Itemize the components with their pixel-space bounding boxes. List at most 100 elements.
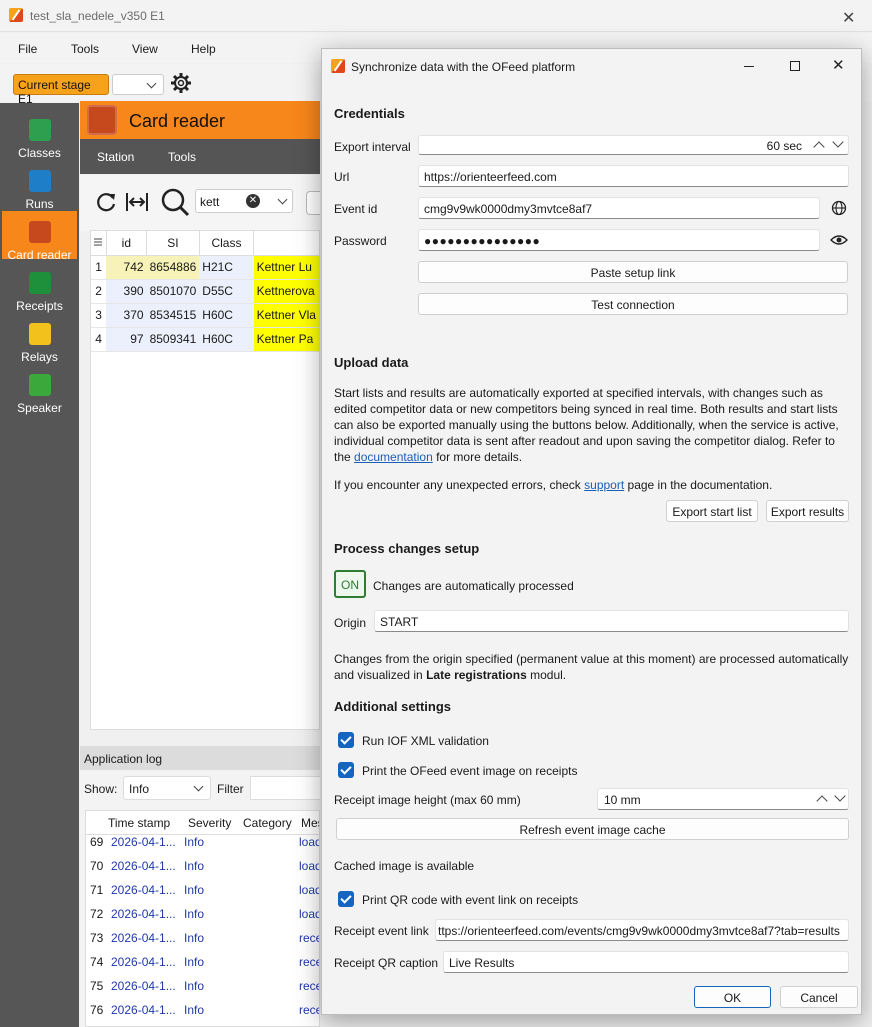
- spin-down-icon[interactable]: [832, 136, 844, 148]
- table-row[interactable]: 69 2026-04-1... Info load: [86, 831, 319, 855]
- eye-icon[interactable]: [830, 233, 848, 247]
- table-row[interactable]: 3 370 8534515 H60C Kettner Vla: [91, 303, 319, 328]
- runner-icon: [29, 170, 51, 192]
- table-row[interactable]: 732026-04-1...Inforece: [86, 927, 319, 951]
- globe-icon[interactable]: [831, 200, 847, 216]
- table-row[interactable]: 2 390 8501070 D55C Kettnerova: [91, 279, 319, 304]
- column-header-class[interactable]: Class: [199, 231, 255, 256]
- row-number: 2: [91, 279, 107, 304]
- app-icon: [9, 8, 23, 22]
- table-row[interactable]: 4 97 8509341 H60C Kettner Pa: [91, 327, 319, 352]
- ok-button[interactable]: OK: [694, 986, 771, 1008]
- export-interval-label: Export interval: [334, 140, 411, 154]
- show-select-value: Info: [129, 782, 150, 796]
- cancel-button[interactable]: Cancel: [780, 986, 858, 1008]
- app-icon: [331, 59, 345, 73]
- toolbar-button-partial[interactable]: [306, 191, 320, 215]
- filter-label: Filter: [217, 782, 244, 796]
- event-link-input[interactable]: ttps://orienteerfeed.com/events/cmg9v9wk…: [435, 919, 849, 941]
- column-header-severity[interactable]: Severity: [188, 816, 231, 830]
- url-label: Url: [334, 170, 350, 184]
- tab-station[interactable]: Station: [97, 150, 134, 164]
- password-input[interactable]: ●●●●●●●●●●●●●●●: [418, 229, 820, 251]
- sidebar-item-card-reader[interactable]: Card reader: [2, 211, 77, 262]
- window-title: test_sla_nedele_v350 E1: [30, 9, 165, 23]
- export-start-list-button[interactable]: Export start list: [666, 500, 758, 522]
- card-reader-header: Card reader: [80, 101, 320, 139]
- sidebar-item-speaker[interactable]: Speaker: [2, 364, 77, 415]
- show-select[interactable]: Info: [123, 776, 211, 800]
- cached-image-status: Cached image is available: [334, 859, 475, 873]
- paste-setup-link-button[interactable]: Paste setup link: [418, 261, 848, 283]
- sidebar-item-relays[interactable]: Relays: [2, 313, 77, 364]
- stage-combo[interactable]: [112, 74, 164, 95]
- column-header-name[interactable]: [253, 231, 319, 256]
- close-icon[interactable]: ✕: [842, 8, 862, 27]
- search-icon[interactable]: [160, 187, 190, 217]
- clear-icon[interactable]: ✕: [246, 194, 260, 208]
- table-row[interactable]: 742026-04-1...Inforece: [86, 951, 319, 975]
- export-interval-spinbox[interactable]: 60 sec: [418, 135, 849, 155]
- test-connection-button[interactable]: Test connection: [418, 293, 848, 315]
- cell-id: 742: [106, 255, 147, 280]
- column-header-message[interactable]: Mes: [301, 816, 319, 830]
- sidebar-item-receipts[interactable]: Receipts: [2, 262, 77, 313]
- dialog-title: Synchronize data with the OFeed platform: [351, 60, 576, 74]
- refresh-icon[interactable]: [94, 190, 118, 214]
- sidebar-item-label: Runs: [25, 197, 54, 211]
- cell-name: Kettner Pa: [253, 327, 319, 352]
- close-icon[interactable]: ✕: [832, 56, 850, 74]
- upload-description: Start lists and results are automaticall…: [334, 386, 839, 464]
- microphone-icon: [29, 374, 51, 396]
- menu-file[interactable]: File: [18, 42, 37, 56]
- minimize-icon[interactable]: [740, 57, 758, 75]
- application-log-header: Application log: [80, 746, 320, 770]
- filter-input[interactable]: [250, 776, 320, 800]
- column-header-si[interactable]: SI: [146, 231, 200, 256]
- url-input[interactable]: https://orienteerfeed.com: [418, 165, 849, 187]
- table-row[interactable]: 71 2026-04-1... Info load: [86, 879, 319, 903]
- iof-validation-label: Run IOF XML validation: [362, 734, 489, 748]
- row-menu-header[interactable]: [91, 231, 107, 256]
- maximize-icon[interactable]: [786, 57, 804, 75]
- menu-help[interactable]: Help: [191, 42, 216, 56]
- qr-caption-input[interactable]: Live Results: [443, 951, 849, 973]
- column-header-id[interactable]: id: [106, 231, 148, 256]
- column-header-time[interactable]: Time stamp: [108, 816, 170, 830]
- image-height-spinbox[interactable]: 10 mm: [597, 788, 849, 810]
- documentation-link[interactable]: documentation: [354, 450, 433, 464]
- additional-settings-heading: Additional settings: [334, 699, 451, 714]
- search-input-value: kett: [200, 195, 220, 209]
- fit-width-icon[interactable]: [125, 190, 149, 214]
- event-id-input[interactable]: cmg9v9wk0000dmy3mvtce8af7: [418, 197, 820, 219]
- chevron-down-icon[interactable]: [277, 194, 288, 205]
- iof-validation-checkbox[interactable]: [338, 732, 354, 748]
- refresh-image-cache-button[interactable]: Refresh event image cache: [336, 818, 849, 840]
- sidebar-item-runs[interactable]: Runs: [2, 160, 77, 211]
- print-image-checkbox[interactable]: [338, 762, 354, 778]
- export-results-button[interactable]: Export results: [766, 500, 849, 522]
- table-row[interactable]: 70 2026-04-1... Info load: [86, 855, 319, 879]
- table-row[interactable]: 752026-04-1...Inforece: [86, 975, 319, 999]
- menu-view[interactable]: View: [132, 42, 158, 56]
- cell-si: 8534515: [146, 303, 200, 328]
- tab-tools[interactable]: Tools: [168, 150, 196, 164]
- gear-icon[interactable]: [170, 72, 192, 94]
- origin-input[interactable]: START: [374, 610, 849, 632]
- sidebar-item-classes[interactable]: Classes: [2, 109, 77, 160]
- current-stage-button[interactable]: Current stage E1: [13, 74, 109, 106]
- spin-down-icon[interactable]: [834, 790, 846, 802]
- menu-tools[interactable]: Tools: [71, 42, 99, 56]
- table-row[interactable]: 72 2026-04-1... Info load: [86, 903, 319, 927]
- table-row[interactable]: 1 742 8654886 H21C Kettner Lu: [91, 255, 319, 280]
- search-input[interactable]: kett ✕: [195, 189, 293, 213]
- column-header-category[interactable]: Category: [243, 816, 292, 830]
- spin-up-icon[interactable]: [813, 141, 825, 153]
- auto-process-toggle[interactable]: ON: [334, 570, 366, 598]
- support-link[interactable]: support: [584, 478, 624, 492]
- print-qr-checkbox[interactable]: [338, 891, 354, 907]
- table-row[interactable]: 762026-04-1...Inforece: [86, 999, 319, 1023]
- spin-up-icon[interactable]: [816, 795, 828, 807]
- credentials-heading: Credentials: [334, 106, 405, 121]
- application-log-title: Application log: [84, 752, 163, 766]
